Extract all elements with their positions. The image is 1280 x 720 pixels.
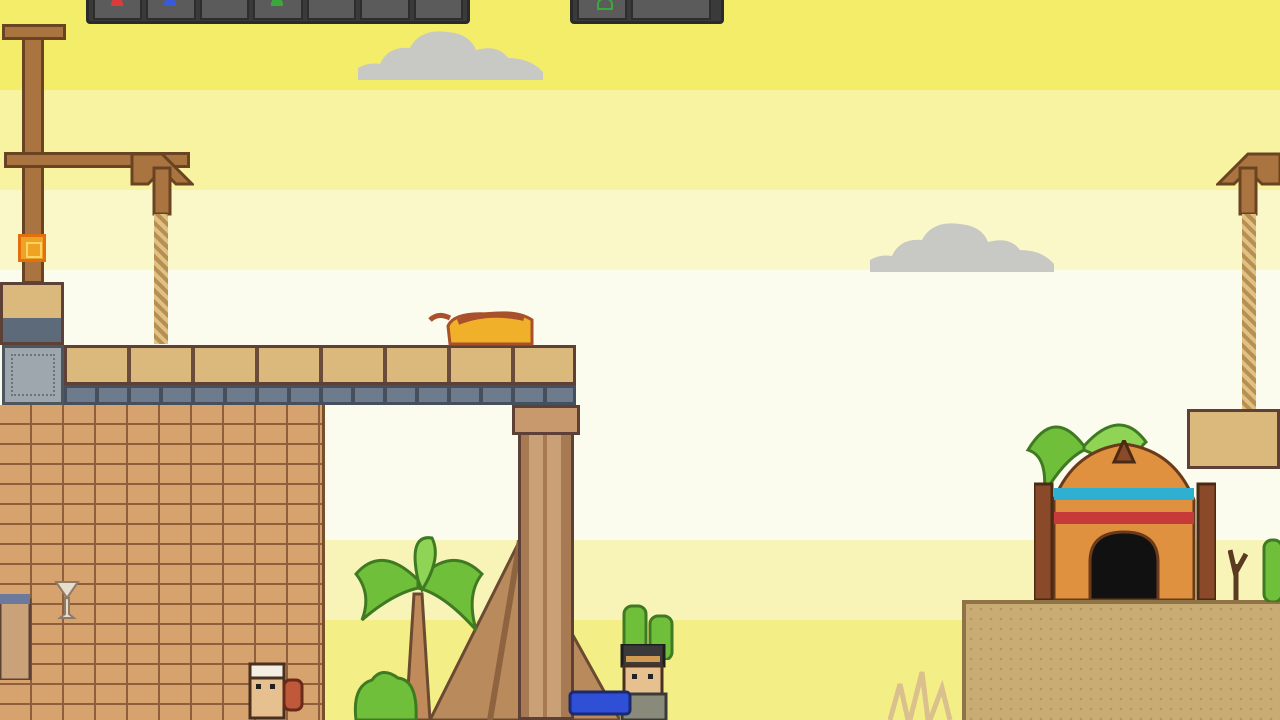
- dry-bush-icon: [887, 671, 953, 720]
- npc-character-icon[interactable]: [248, 662, 306, 720]
- hut-icon[interactable]: [1034, 440, 1216, 600]
- cloud-icon: [870, 223, 1054, 272]
- coin-block-icon[interactable]: [18, 234, 46, 262]
- inventory-slot[interactable]: [199, 0, 250, 20]
- inventory-slot[interactable]: [146, 0, 196, 20]
- cactus-icon: [1228, 538, 1280, 602]
- inventory-slot[interactable]: [413, 0, 463, 20]
- player-character-icon[interactable]: [566, 644, 672, 720]
- status-slot[interactable]: [577, 0, 627, 20]
- goblet-icon: [54, 581, 80, 619]
- stone-block: [0, 282, 64, 345]
- inventory-slot[interactable]: [306, 0, 357, 20]
- inventory-slot[interactable]: [253, 0, 303, 20]
- statue-icon: [0, 594, 32, 680]
- blue-gem-icon: [164, 0, 177, 6]
- status-slot[interactable]: [631, 0, 711, 20]
- inventory-slot[interactable]: [93, 0, 143, 20]
- metal-block: [2, 345, 64, 405]
- shrub-icon: [353, 671, 418, 720]
- beam-bracket: [1216, 152, 1280, 216]
- hanging-rope: [1242, 214, 1256, 410]
- green-ring-icon: [597, 0, 613, 10]
- sand-platform[interactable]: [962, 600, 1280, 720]
- stone-ledge-platform[interactable]: [64, 345, 576, 385]
- status-bar: [570, 0, 724, 24]
- ledge-underside: [64, 385, 576, 405]
- red-gem-icon: [111, 0, 123, 6]
- wooden-beam: [2, 24, 66, 40]
- green-gem-icon: [271, 0, 284, 6]
- column-capital: [512, 405, 580, 435]
- inventory-bar: [86, 0, 470, 24]
- beam-bracket: [130, 152, 194, 216]
- sleeping-cat-icon[interactable]: [428, 306, 536, 346]
- hanging-rope: [154, 214, 168, 344]
- cloud-icon: [358, 31, 543, 80]
- inventory-slot[interactable]: [360, 0, 410, 20]
